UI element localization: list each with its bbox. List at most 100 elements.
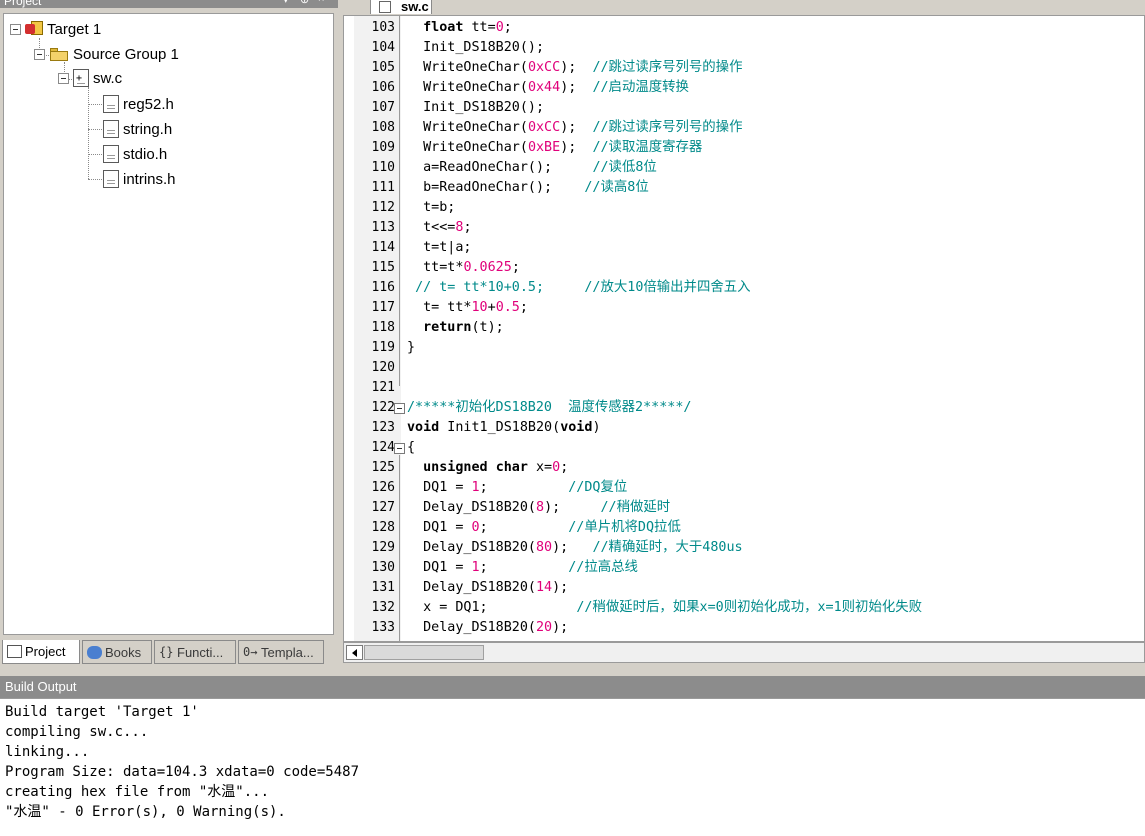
code-line[interactable]: // t= tt*10+0.5; //放大10倍输出并四舍五入 (407, 278, 751, 298)
editor-tab-label: sw.c (401, 0, 429, 14)
code-line[interactable]: b=ReadOneChar(); //读高8位 (407, 178, 649, 198)
tab-books-label: Books (105, 644, 142, 660)
code-line[interactable]: DQ1 = 0; //单片机将DQ拉低 (407, 518, 681, 538)
code-line[interactable]: WriteOneChar(0xCC); //跳过读序号列号的操作 (407, 58, 742, 78)
code-text: Init_DS18B20(); (407, 100, 545, 115)
code-line[interactable]: WriteOneChar(0xCC); //跳过读序号列号的操作 (407, 118, 742, 138)
code-area[interactable]: float tt=0; Init_DS18B20(); WriteOneChar… (407, 16, 1144, 641)
code-keyword: return (423, 320, 472, 335)
header-file-icon (103, 170, 119, 188)
pin-icon[interactable]: ▾ (283, 0, 289, 6)
target-label: Target 1 (47, 20, 102, 38)
line-number: 124 (371, 440, 395, 455)
code-line[interactable]: Delay_DS18B20(20); (407, 618, 568, 638)
tree-node-include[interactable]: string.h (103, 118, 172, 140)
collapse-icon[interactable] (10, 23, 21, 35)
tree-node-include[interactable]: stdio.h (103, 143, 167, 165)
code-number: 1 (471, 480, 480, 495)
code-line[interactable]: t<<=8; (407, 218, 472, 238)
include-label: stdio.h (123, 145, 168, 163)
tab-books[interactable]: Books (82, 640, 152, 664)
line-number: 126 (371, 480, 395, 495)
code-line[interactable]: t=t|a; (407, 238, 471, 258)
code-text: ); (552, 620, 569, 635)
line-number: 125 (371, 460, 395, 475)
code-text: x = DQ1; (407, 600, 577, 615)
code-keyword: float (423, 20, 464, 35)
code-line[interactable]: a=ReadOneChar(); //读低8位 (407, 158, 657, 178)
scroll-left-icon[interactable] (346, 645, 363, 660)
code-line[interactable]: return(t); (407, 318, 504, 338)
file-label: sw.c (93, 69, 123, 87)
code-text: Init1_DS18B20( (439, 420, 561, 435)
code-line[interactable]: Init_DS18B20(); (407, 38, 544, 58)
line-number: 109 (371, 140, 395, 155)
tab-functions[interactable]: {} Functi... (154, 640, 236, 664)
code-line[interactable]: unsigned char x=0; (407, 458, 568, 478)
tree-node-include[interactable]: intrins.h (103, 168, 176, 190)
build-output-line: Program Size: data=104.3 xdata=0 code=54… (5, 764, 360, 780)
line-number: 111 (371, 180, 395, 195)
code-keyword: void (560, 420, 593, 435)
code-line[interactable]: DQ1 = 1; //拉高总线 (407, 558, 638, 578)
code-comment: //精确延时，大于480us (592, 540, 743, 555)
line-number: 133 (371, 620, 395, 635)
collapse-icon[interactable] (58, 72, 69, 84)
code-line[interactable]: Delay_DS18B20(8); //稍做延时 (407, 498, 670, 518)
code-line[interactable]: /*****初始化DS18B20 温度传感器2*****/ (407, 398, 692, 418)
close-icon[interactable]: × (318, 0, 324, 5)
fold-icon[interactable] (394, 403, 405, 414)
code-line[interactable]: t= tt*10+0.5; (407, 298, 528, 318)
code-text: b=ReadOneChar(); (407, 180, 585, 195)
line-number: 121 (371, 380, 395, 395)
code-line[interactable]: WriteOneChar(0x44); //启动温度转换 (407, 78, 689, 98)
tab-templates-label: Templa... (261, 644, 314, 660)
code-line[interactable]: { (407, 438, 415, 458)
code-line[interactable]: x = DQ1; //稍做延时后，如果x=0则初始化成功，x=1则初始化失败 (407, 598, 922, 618)
code-line[interactable]: float tt=0; (407, 18, 512, 38)
tree-node-target[interactable]: Target 1 (10, 18, 101, 40)
code-editor[interactable]: 103 104 105 106 107 108 109 110 111 112 113 114 115 1… (343, 15, 1145, 642)
line-number: 128 (371, 520, 395, 535)
horizontal-scrollbar[interactable] (343, 642, 1145, 663)
include-label: string.h (123, 120, 173, 138)
tab-templates[interactable]: 0→ Templa... (238, 640, 324, 664)
code-line[interactable]: Delay_DS18B20(80); //精确延时，大于480us (407, 538, 743, 558)
code-line[interactable]: WriteOneChar(0xBE); //读取温度寄存器 (407, 138, 702, 158)
tree-node-source-group[interactable]: Source Group 1 (34, 43, 179, 65)
code-text: + (487, 300, 496, 315)
fold-icon[interactable] (394, 443, 405, 454)
code-line[interactable]: t=b; (407, 198, 455, 218)
code-text: ); (560, 60, 593, 75)
code-line[interactable]: Delay_DS18B20(14); (407, 578, 568, 598)
tab-project[interactable]: Project (2, 640, 80, 664)
editor-tab-sw-c[interactable]: sw.c (370, 0, 432, 14)
build-output-panel[interactable]: Build target 'Target 1' compiling sw.c...… (0, 698, 1145, 836)
code-line[interactable]: DQ1 = 1; //DQ复位 (407, 478, 627, 498)
tab-project-label: Project (25, 644, 66, 659)
code-line[interactable]: void Init1_DS18B20(void) (407, 418, 601, 438)
project-tree[interactable]: Target 1 Source Group 1 + sw.c reg52.h s… (3, 13, 334, 635)
code-number: 0 (471, 520, 480, 535)
code-text: ) (592, 420, 601, 435)
code-line[interactable]: tt=t*0.0625; (407, 258, 520, 278)
code-comment: // t= tt*10+0.5; //放大10倍输出并四舍五入 (415, 280, 751, 295)
project-panel-tabs: Project Books {} Functi... 0→ Templa... (0, 640, 338, 666)
code-number: 0x44 (527, 80, 561, 95)
pin-icon-2[interactable]: ⊕ (300, 0, 309, 6)
line-number: 132 (371, 600, 395, 615)
scrollbar-thumb[interactable] (364, 645, 484, 660)
project-panel-title: Project ▾ ⊕ × (0, 0, 338, 8)
code-text: (t); (471, 320, 504, 335)
project-icon (7, 645, 22, 658)
tree-node-include[interactable]: reg52.h (103, 93, 174, 115)
collapse-icon[interactable] (34, 48, 45, 60)
line-number: 112 (371, 200, 395, 215)
tree-node-file[interactable]: + sw.c (58, 67, 122, 89)
code-text: ; (463, 220, 472, 235)
code-line[interactable]: Init_DS18B20(); (407, 98, 544, 118)
braces-icon: {} (159, 644, 174, 659)
code-text: ); (552, 580, 569, 595)
code-line[interactable]: } (407, 338, 415, 358)
